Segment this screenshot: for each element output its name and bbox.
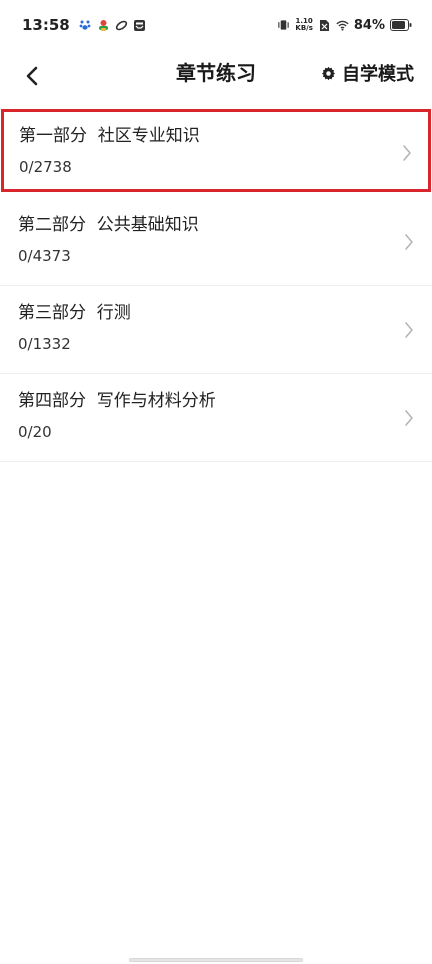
sync-icon: [115, 19, 128, 32]
chevron-right-icon: [405, 410, 413, 426]
chapter-item-part-4[interactable]: 第四部分 写作与材料分析 0/20: [0, 374, 432, 462]
app-notification-icon: [97, 19, 110, 32]
inbox-icon: [133, 19, 146, 32]
status-right: 1.10 KB/s 84%: [277, 16, 412, 35]
no-sim-icon: [318, 19, 331, 32]
gear-icon: [321, 66, 336, 80]
status-left: 13:58: [22, 16, 146, 34]
chevron-right-icon: [405, 322, 413, 338]
vibrate-icon: [277, 19, 290, 32]
chapter-list: 第一部分 社区专业知识 0/2738 第二部分 公共基础知识 0/4373 第三…: [0, 109, 432, 462]
chapter-item-part-2[interactable]: 第二部分 公共基础知识 0/4373: [0, 198, 432, 286]
chapter-title: 第四部分 写作与材料分析: [18, 391, 216, 411]
network-speed: 1.10 KB/s: [295, 18, 312, 32]
network-speed-unit: KB/s: [295, 24, 313, 32]
chapter-progress: 0/4373: [18, 247, 71, 265]
chapter-title: 第二部分 公共基础知识: [18, 215, 199, 235]
chapter-progress: 0/2738: [19, 158, 72, 176]
status-bar: 13:58 1.10 KB/s 84%: [0, 0, 432, 50]
chapter-item-part-1[interactable]: 第一部分 社区专业知识 0/2738: [1, 109, 431, 192]
chapter-progress: 0/20: [18, 423, 52, 441]
chapter-title: 第一部分 社区专业知识: [19, 126, 200, 146]
chevron-right-icon: [405, 234, 413, 250]
battery-icon: [390, 16, 412, 35]
home-indicator[interactable]: [129, 958, 303, 962]
baidu-paw-icon: [79, 19, 92, 32]
battery-percent: 84%: [353, 17, 385, 33]
chapter-item-part-3[interactable]: 第三部分 行测 0/1332: [0, 286, 432, 374]
status-time: 13:58: [22, 16, 70, 34]
wifi-icon: [336, 19, 349, 32]
chevron-right-icon: [403, 145, 411, 161]
header-bar: 章节练习 自学模式: [0, 50, 432, 100]
self-study-mode-label: 自学模式: [342, 64, 414, 85]
self-study-mode-button[interactable]: 自学模式: [321, 50, 414, 96]
chapter-progress: 0/1332: [18, 335, 71, 353]
chapter-title: 第三部分 行测: [18, 303, 131, 323]
